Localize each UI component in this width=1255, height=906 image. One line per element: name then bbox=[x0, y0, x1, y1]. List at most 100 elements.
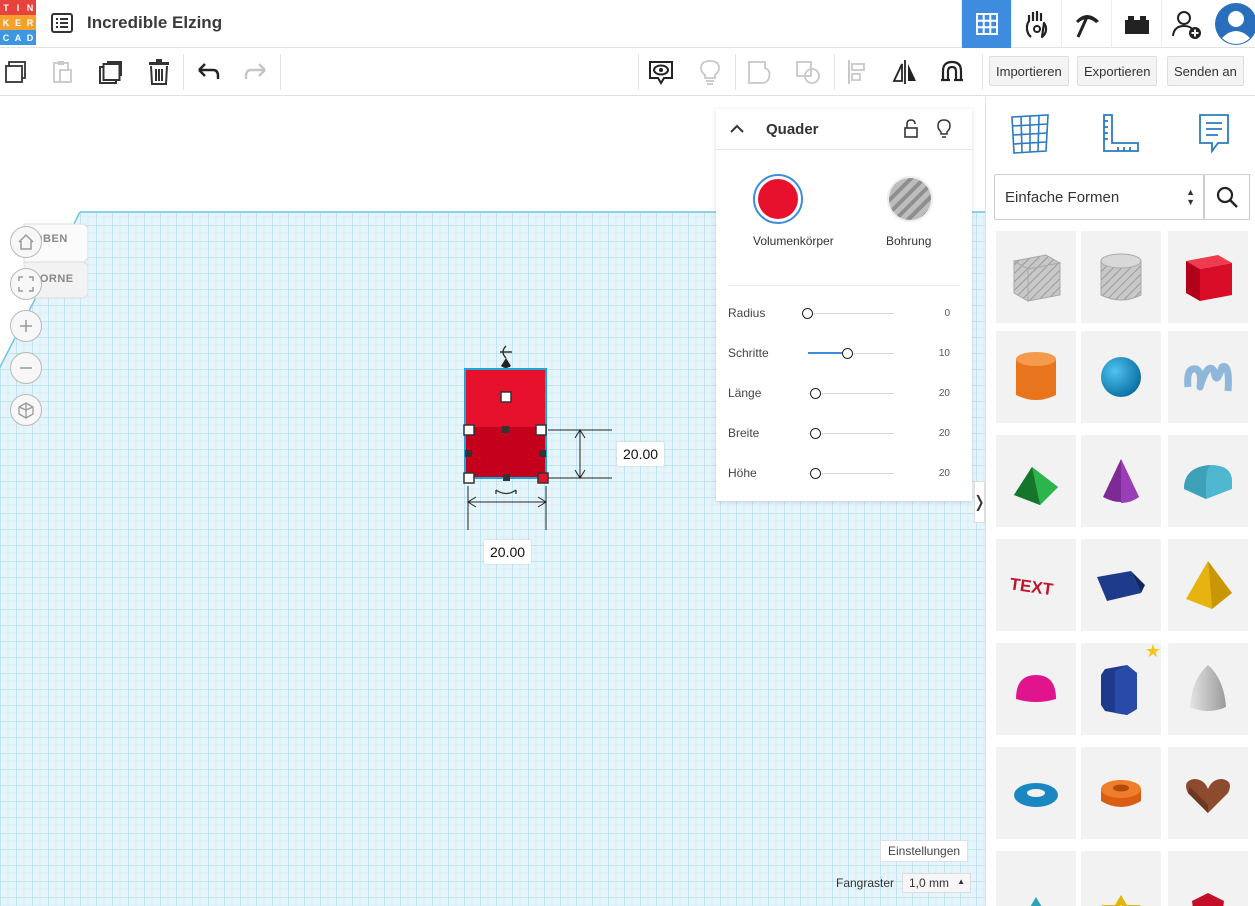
send-to-button[interactable]: Senden an bbox=[1167, 56, 1244, 86]
pyramid-icon[interactable] bbox=[1168, 539, 1248, 631]
perspective-icon[interactable] bbox=[10, 394, 42, 426]
tinkercad-logo[interactable]: T I N K E R C A D bbox=[0, 0, 36, 46]
width-slider-knob[interactable] bbox=[810, 428, 821, 439]
select-arrows-icon: ▲ ▼ bbox=[1186, 187, 1195, 207]
redo-icon[interactable] bbox=[240, 56, 272, 88]
roof-icon[interactable] bbox=[996, 435, 1076, 527]
star-yellow-icon[interactable] bbox=[1081, 851, 1161, 906]
avatar[interactable] bbox=[1211, 0, 1255, 48]
logo-letter: A bbox=[12, 30, 24, 45]
height-value[interactable]: 20 bbox=[939, 468, 950, 479]
duplicate-icon[interactable] bbox=[95, 56, 127, 88]
steps-slider-knob[interactable] bbox=[842, 348, 853, 359]
length-value[interactable]: 20 bbox=[939, 388, 950, 399]
snap-grid-select[interactable]: 1,0 mm ▲ bbox=[902, 873, 971, 893]
hole-label[interactable]: Bohrung bbox=[886, 234, 931, 248]
align-icon[interactable] bbox=[842, 56, 874, 88]
minecraft-icon[interactable] bbox=[1061, 0, 1111, 48]
box-hole-icon[interactable] bbox=[996, 231, 1076, 323]
height-slider-knob[interactable] bbox=[810, 468, 821, 479]
notes-icon[interactable] bbox=[645, 56, 677, 88]
steps-value[interactable]: 10 bbox=[939, 348, 950, 359]
height-dimension-label[interactable]: 20.00 bbox=[617, 442, 665, 466]
import-button[interactable]: Importieren bbox=[989, 56, 1069, 86]
box-icon[interactable] bbox=[1168, 231, 1248, 323]
width-slider[interactable] bbox=[808, 428, 894, 439]
favorite-star-icon: ★ bbox=[1144, 641, 1161, 661]
ruler-icon[interactable] bbox=[1096, 109, 1144, 157]
selected-box-shape[interactable] bbox=[440, 342, 640, 562]
prism-icon[interactable] bbox=[1081, 539, 1161, 631]
copy-icon[interactable] bbox=[0, 56, 32, 88]
snap-grid-label: Fangraster bbox=[836, 876, 895, 890]
star-icon[interactable] bbox=[996, 851, 1076, 906]
paraboloid-icon[interactable] bbox=[1168, 643, 1248, 735]
3d-design-view-icon[interactable] bbox=[961, 0, 1011, 48]
cruise-magnet-icon[interactable] bbox=[936, 56, 968, 88]
zoom-in-icon[interactable] bbox=[10, 310, 42, 342]
text-icon[interactable]: TEXT bbox=[996, 539, 1076, 631]
delete-icon[interactable] bbox=[143, 56, 175, 88]
logo-letter: E bbox=[12, 15, 24, 30]
paste-icon[interactable] bbox=[46, 56, 78, 88]
steps-slider[interactable] bbox=[808, 348, 894, 359]
radius-slider[interactable] bbox=[802, 308, 894, 319]
zoom-out-icon[interactable] bbox=[10, 352, 42, 384]
length-slider-knob[interactable] bbox=[810, 388, 821, 399]
bricks-icon[interactable] bbox=[1111, 0, 1161, 48]
svg-text:TEXT: TEXT bbox=[1009, 574, 1055, 599]
collapse-chevron-icon[interactable] bbox=[728, 120, 746, 143]
circuits-icon[interactable] bbox=[1011, 0, 1061, 48]
toolbar-divider bbox=[280, 54, 281, 90]
group-icon[interactable] bbox=[743, 56, 775, 88]
toolbar-divider bbox=[735, 54, 736, 90]
cone-icon[interactable] bbox=[1081, 435, 1161, 527]
width-dimension-label[interactable]: 20.00 bbox=[484, 540, 532, 564]
height-slider[interactable] bbox=[808, 468, 894, 479]
light-bulb-icon[interactable] bbox=[936, 118, 952, 145]
export-button[interactable]: Exportieren bbox=[1077, 56, 1158, 86]
solid-color-swatch[interactable] bbox=[753, 174, 803, 224]
round-roof-icon[interactable] bbox=[1168, 435, 1248, 527]
tube-icon[interactable] bbox=[1081, 747, 1161, 839]
radius-slider-knob[interactable] bbox=[802, 308, 813, 319]
mirror-icon[interactable] bbox=[889, 56, 921, 88]
polygon-icon[interactable]: ★ bbox=[1081, 641, 1161, 735]
cylinder-hole-icon[interactable] bbox=[1081, 231, 1161, 323]
length-slider[interactable] bbox=[808, 388, 894, 399]
solid-color-fill bbox=[758, 179, 798, 219]
dropdown-caret-icon: ▲ bbox=[957, 877, 965, 886]
sphere-icon[interactable] bbox=[1081, 331, 1161, 423]
light-bulb-icon[interactable] bbox=[694, 56, 726, 88]
undo-icon[interactable] bbox=[192, 56, 224, 88]
width-label: Breite bbox=[728, 426, 760, 440]
logo-letter: R bbox=[24, 15, 36, 30]
panel-toggle-chevron-icon[interactable]: ❭ bbox=[973, 481, 986, 523]
logo-letter: T bbox=[0, 0, 12, 15]
hole-swatch[interactable] bbox=[887, 176, 933, 222]
settings-button[interactable]: Einstellungen bbox=[880, 840, 969, 862]
add-user-icon[interactable] bbox=[1161, 0, 1211, 48]
project-title[interactable]: Incredible Elzing bbox=[87, 13, 222, 33]
width-value[interactable]: 20 bbox=[939, 428, 950, 439]
fit-view-icon[interactable] bbox=[10, 268, 42, 300]
lock-icon[interactable] bbox=[903, 119, 919, 144]
design-menu-icon[interactable] bbox=[50, 11, 74, 35]
scribble-icon[interactable] bbox=[1168, 331, 1248, 423]
shape-category-select[interactable]: Einfache Formen ▲ ▼ bbox=[994, 174, 1204, 220]
logo-letter: I bbox=[12, 0, 24, 15]
cylinder-icon[interactable] bbox=[996, 331, 1076, 423]
heart-icon[interactable] bbox=[1168, 747, 1248, 839]
icosahedron-icon[interactable] bbox=[1168, 851, 1248, 906]
toolbar-divider bbox=[183, 54, 184, 90]
half-sphere-icon[interactable] bbox=[996, 643, 1076, 735]
home-view-icon[interactable] bbox=[10, 226, 42, 258]
search-icon[interactable] bbox=[1204, 174, 1250, 220]
ungroup-icon[interactable] bbox=[792, 56, 824, 88]
toolbar-divider bbox=[982, 54, 983, 90]
workplane-grid-icon[interactable] bbox=[1006, 109, 1054, 157]
solid-label[interactable]: Volumenkörper bbox=[753, 234, 834, 248]
notes-panel-icon[interactable] bbox=[1190, 109, 1238, 157]
torus-icon[interactable] bbox=[996, 747, 1076, 839]
radius-value[interactable]: 0 bbox=[944, 308, 950, 319]
